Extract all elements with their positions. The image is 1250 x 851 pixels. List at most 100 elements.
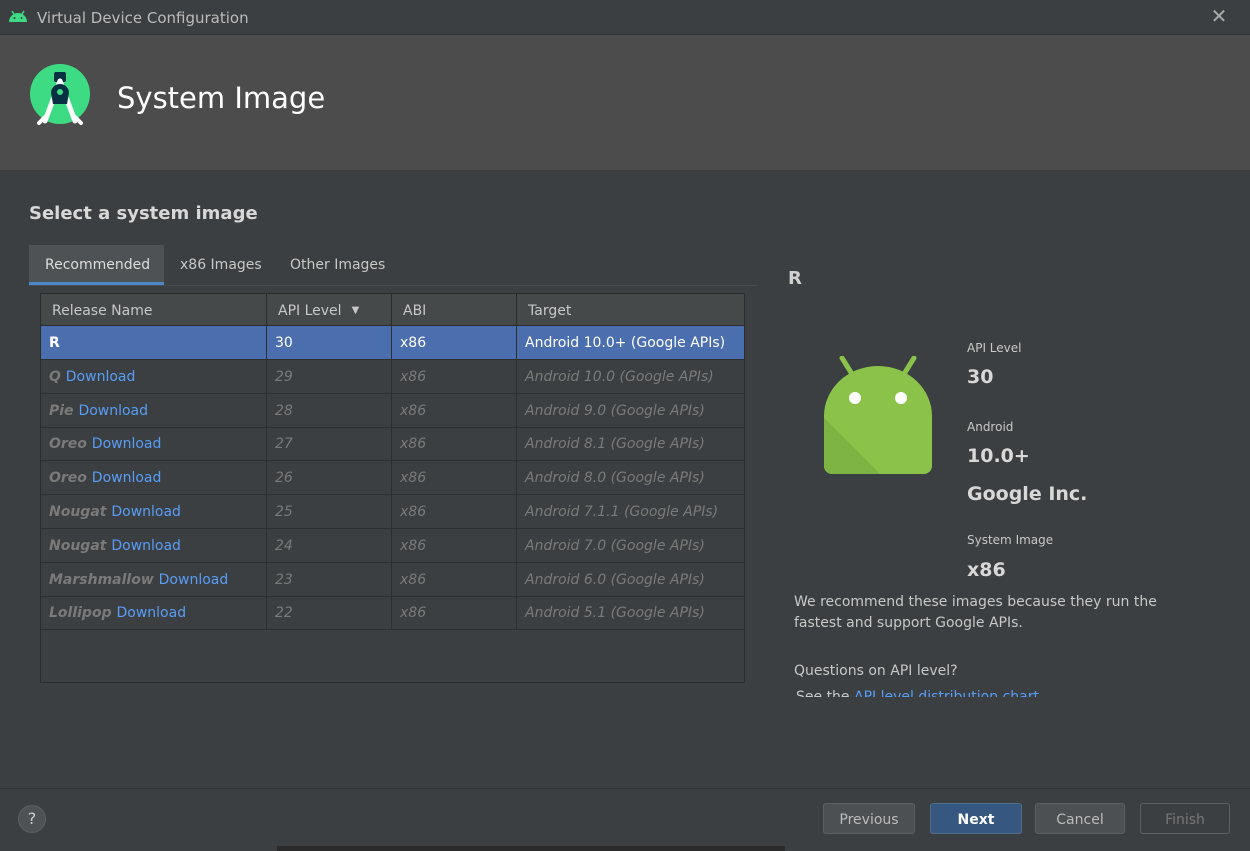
cell-release-name: Marshmallow Download xyxy=(41,562,267,597)
see-prefix: See the xyxy=(796,689,854,697)
release-name: Lollipop xyxy=(49,605,112,622)
cell-api-level: 23 xyxy=(267,562,392,597)
release-name: R xyxy=(49,335,60,351)
column-header-api-level[interactable]: API Level ▼ xyxy=(267,294,392,326)
column-header-target[interactable]: Target xyxy=(517,294,744,326)
tab-recommended[interactable]: Recommended xyxy=(29,245,164,285)
cancel-button[interactable]: Cancel xyxy=(1035,803,1125,834)
table-header: Release Name API Level ▼ ABI Target xyxy=(41,294,744,326)
cell-release-name: Nougat Download xyxy=(41,528,267,563)
details-title: R xyxy=(788,268,802,289)
download-link[interactable]: Download xyxy=(92,470,162,486)
cell-target: Android 8.1 (Google APIs) xyxy=(525,436,705,453)
release-name: Q xyxy=(49,368,61,385)
vendor-value: Google Inc. xyxy=(967,483,1088,505)
download-link[interactable]: Download xyxy=(66,369,136,385)
android-version-value: 10.0+ xyxy=(967,445,1030,467)
cell-abi: x86 xyxy=(392,562,517,597)
android-robot-icon xyxy=(824,356,932,474)
table-row[interactable]: Lollipop Download 22 x86 Android 5.1 (Googl… xyxy=(41,596,744,631)
api-chart-line: See the API level distribution chart xyxy=(796,689,1039,697)
cell-abi: x86 xyxy=(392,495,517,529)
image-tabs: Recommended x86 Images Other Images xyxy=(29,245,757,286)
table-row[interactable]: R 30 x86 Android 10.0+ (Google APIs) xyxy=(41,326,744,360)
column-header-abi[interactable]: ABI xyxy=(392,294,517,326)
cell-release-name: R xyxy=(41,326,267,360)
api-level-value: 30 xyxy=(967,366,994,388)
tab-x86-images[interactable]: x86 Images xyxy=(164,245,278,285)
previous-button[interactable]: Previous xyxy=(823,803,915,834)
download-link[interactable]: Download xyxy=(92,436,162,452)
system-image-value: x86 xyxy=(967,559,1006,581)
table-row[interactable]: Pie Download 28 x86 Android 9.0 (Google API… xyxy=(41,393,744,428)
download-link[interactable]: Download xyxy=(111,504,181,520)
android-studio-logo-icon xyxy=(30,64,90,125)
table-row[interactable]: Oreo Download 27 x86 Android 8.1 (Google AP… xyxy=(41,427,744,462)
table-row[interactable]: Marshmallow Download 23 x86 Android 6.0 (Go… xyxy=(41,562,744,597)
tab-other-images[interactable]: Other Images xyxy=(274,245,401,285)
window-title: Virtual Device Configuration xyxy=(37,9,249,27)
cell-abi: x86 xyxy=(392,461,517,496)
cell-api-level: 26 xyxy=(267,461,392,496)
android-label: Android xyxy=(967,420,1014,434)
api-distribution-chart-link[interactable]: API level distribution chart xyxy=(854,689,1039,697)
wizard-header: System Image xyxy=(0,35,1250,170)
download-link[interactable]: Download xyxy=(78,403,148,419)
cell-api-level: 30 xyxy=(267,326,392,360)
cell-release-name: Oreo Download xyxy=(41,427,267,462)
download-link[interactable]: Download xyxy=(111,538,181,554)
system-image-table: Release Name API Level ▼ ABI Target R 30 x8… xyxy=(40,293,745,683)
table-row[interactable]: Nougat Download 25 x86 Android 7.1.1 (Googl… xyxy=(41,495,744,529)
download-link[interactable]: Download xyxy=(116,605,186,621)
cell-api-level: 27 xyxy=(267,427,392,462)
system-image-label: System Image xyxy=(967,533,1054,547)
cell-release-name: Pie Download xyxy=(41,393,267,428)
cell-target: Android 5.1 (Google APIs) xyxy=(525,605,705,622)
horizontal-scrollbar[interactable] xyxy=(277,846,785,851)
cell-release-name: Q Download xyxy=(41,359,267,394)
table-row[interactable]: Oreo Download 26 x86 Android 8.0 (Google AP… xyxy=(41,461,744,496)
table-row[interactable]: Nougat Download 24 x86 Android 7.0 (Google … xyxy=(41,528,744,563)
window-titlebar: Virtual Device Configuration ✕ xyxy=(0,0,1250,35)
column-label: Release Name xyxy=(52,303,153,319)
download-link[interactable]: Download xyxy=(159,572,229,588)
cell-abi: x86 xyxy=(392,393,517,428)
help-button[interactable]: ? xyxy=(18,805,46,833)
android-head-icon xyxy=(9,10,27,22)
image-details-panel: R API Level 30 Android 10.0+ Google Inc.… xyxy=(786,260,1236,697)
cell-target: Android 8.0 (Google APIs) xyxy=(525,470,705,487)
table-row[interactable]: Q Download 29 x86 Android 10.0 (Google APIs… xyxy=(41,359,744,394)
wizard-footer: ? Previous Next Cancel Finish xyxy=(0,788,1250,851)
cell-api-level: 25 xyxy=(267,495,392,529)
cell-target: Android 6.0 (Google APIs) xyxy=(525,571,705,588)
cell-abi: x86 xyxy=(392,596,517,631)
cell-api-level: 22 xyxy=(267,596,392,631)
cell-api-level: 24 xyxy=(267,528,392,563)
cell-target: Android 10.0+ (Google APIs) xyxy=(525,335,726,351)
cell-target: Android 10.0 (Google APIs) xyxy=(525,368,714,385)
section-title: Select a system image xyxy=(29,203,258,224)
cell-release-name: Nougat Download xyxy=(41,495,267,529)
release-name: Oreo xyxy=(49,470,87,487)
cell-target: Android 7.1.1 (Google APIs) xyxy=(525,504,719,520)
close-icon[interactable]: ✕ xyxy=(1208,5,1230,27)
cell-release-name: Lollipop Download xyxy=(41,596,267,631)
next-button[interactable]: Next xyxy=(930,803,1022,834)
release-name: Nougat xyxy=(49,504,107,520)
cell-api-level: 28 xyxy=(267,393,392,428)
release-name: Marshmallow xyxy=(49,571,154,588)
cell-target: Android 9.0 (Google APIs) xyxy=(525,402,705,419)
release-name: Nougat xyxy=(49,537,107,554)
cell-abi: x86 xyxy=(392,427,517,462)
release-name: Oreo xyxy=(49,436,87,453)
cell-abi: x86 xyxy=(392,326,517,360)
api-level-label: API Level xyxy=(967,341,1022,355)
api-question-text: Questions on API level? xyxy=(794,663,958,679)
cell-abi: x86 xyxy=(392,359,517,394)
finish-button[interactable]: Finish xyxy=(1140,803,1230,834)
column-header-release-name[interactable]: Release Name xyxy=(41,294,267,326)
recommendation-text: We recommend these images because they r… xyxy=(794,594,1157,631)
column-label: API Level xyxy=(278,303,342,319)
column-label: ABI xyxy=(403,303,427,319)
page-title: System Image xyxy=(117,81,326,115)
